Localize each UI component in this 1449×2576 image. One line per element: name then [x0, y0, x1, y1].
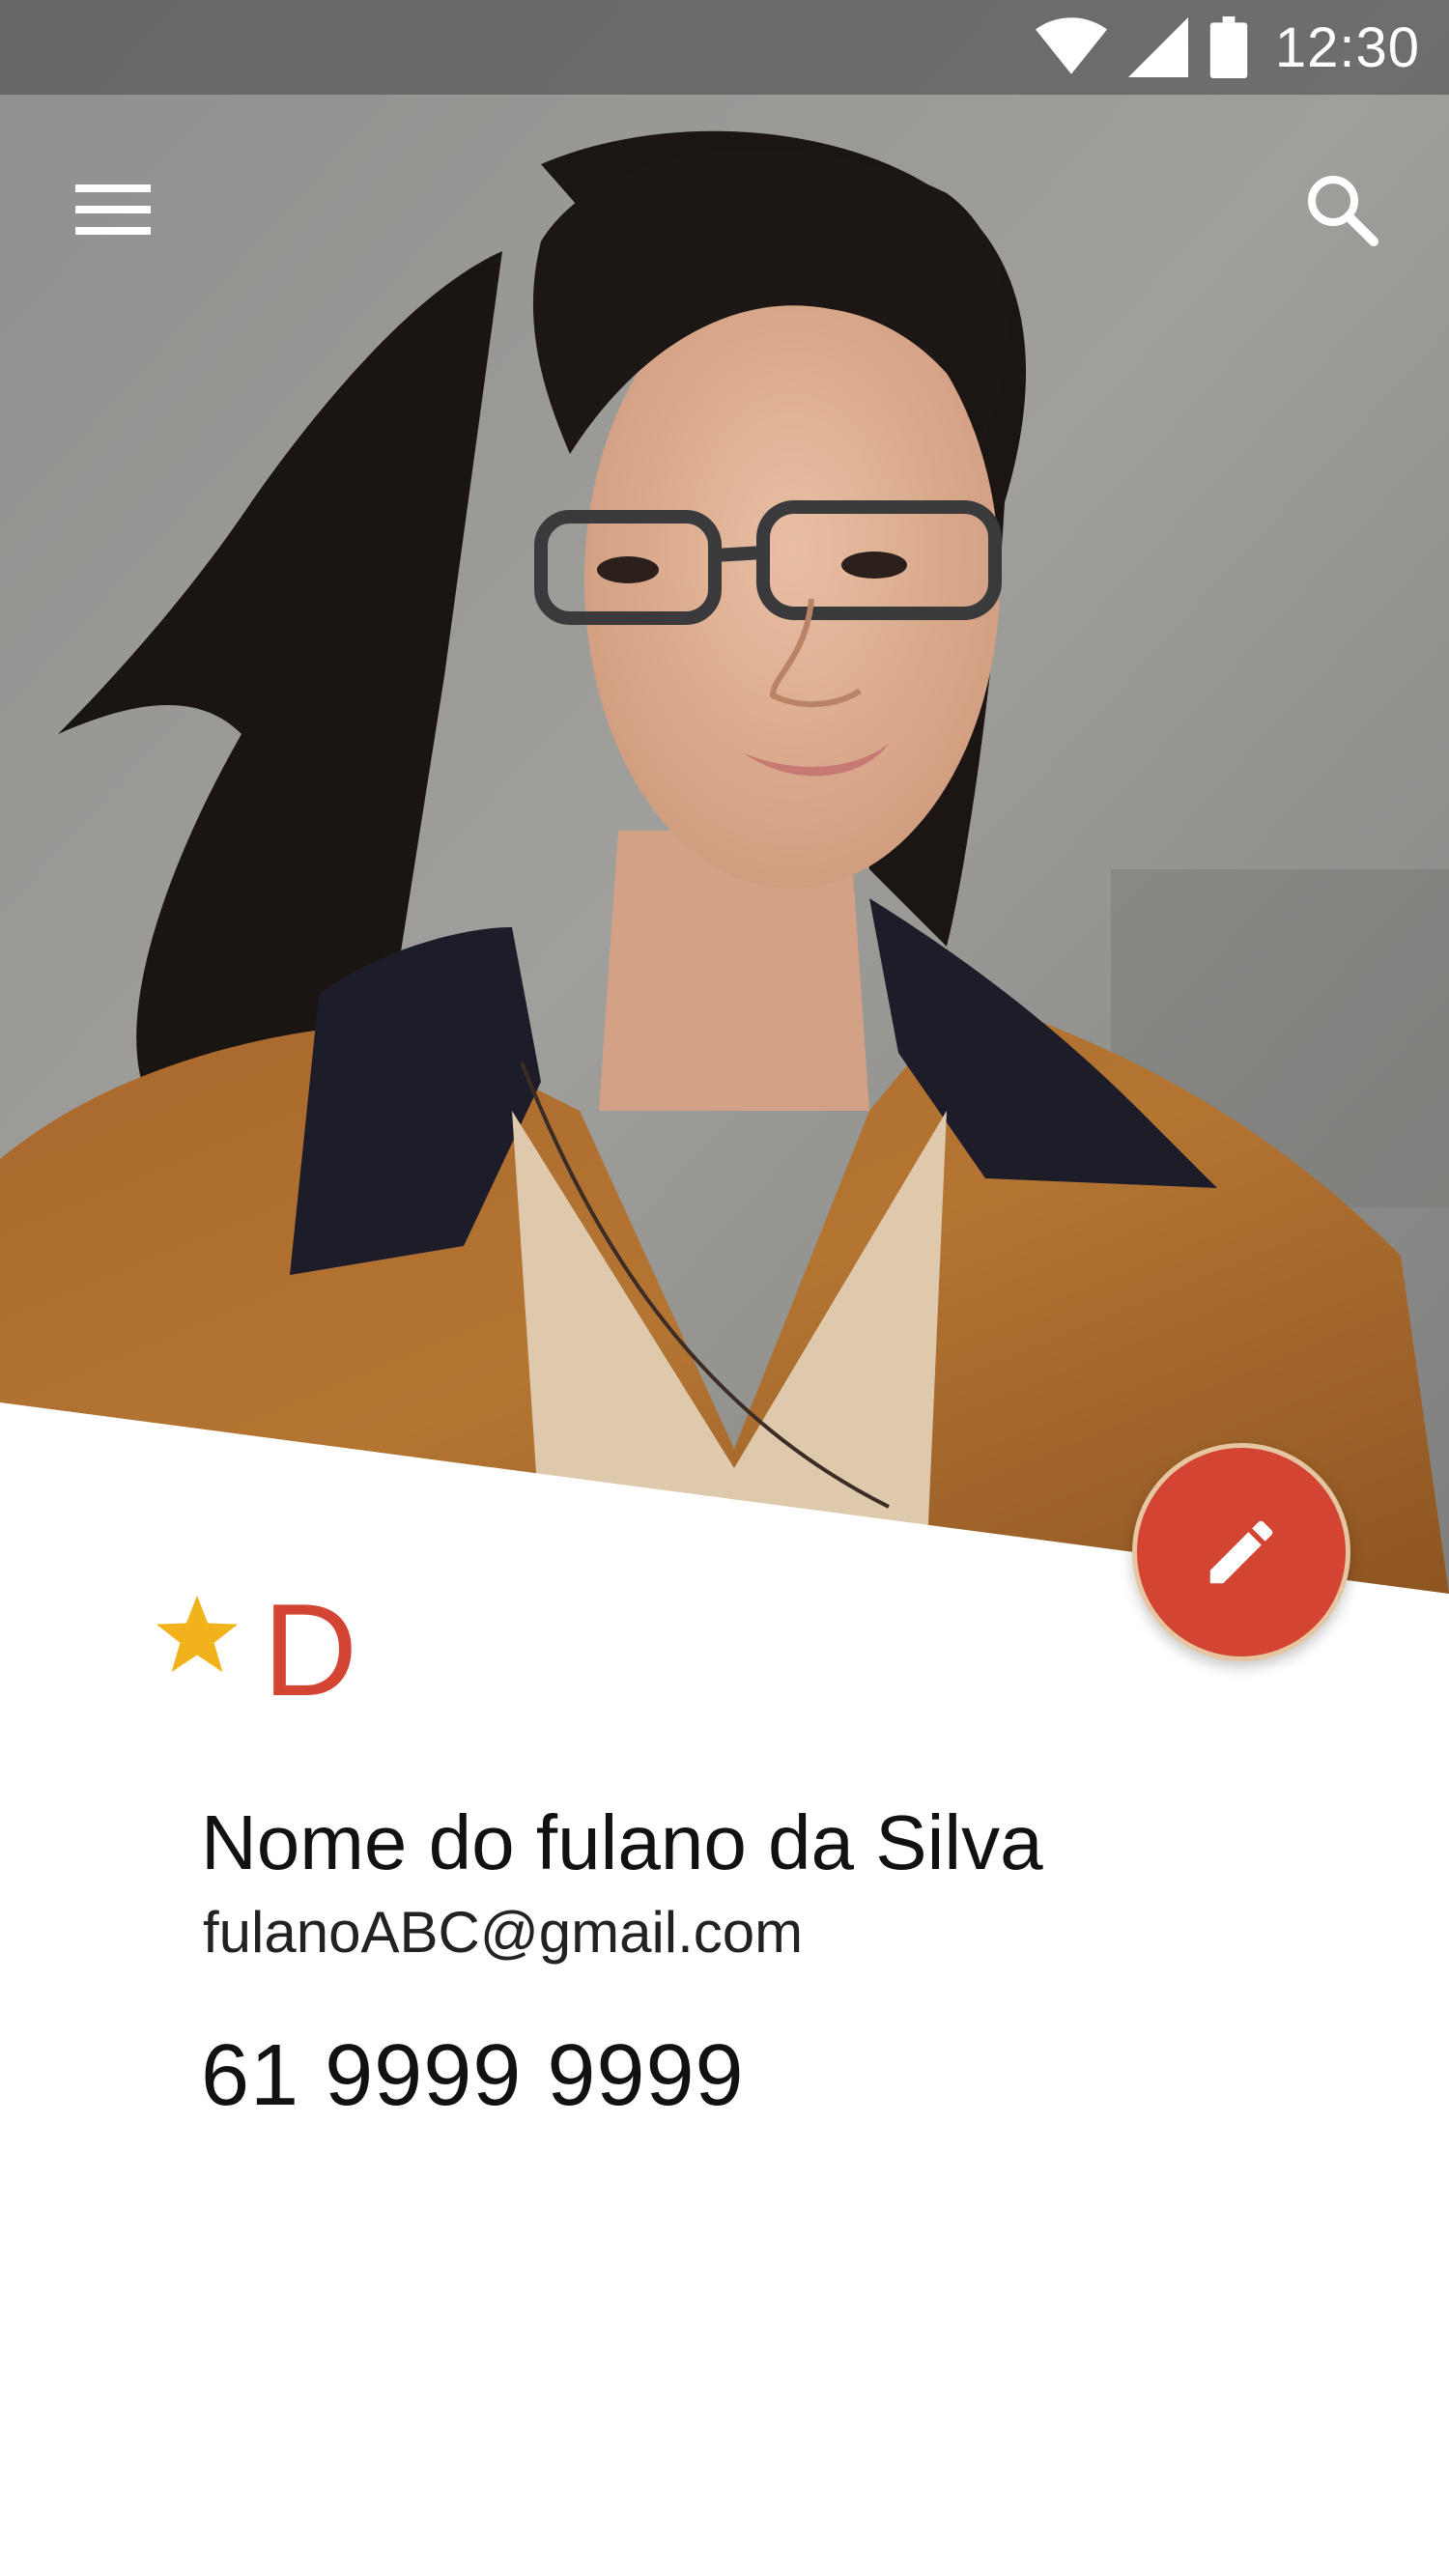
search-icon — [1308, 176, 1378, 246]
contact-phone[interactable]: 61 9999 9999 — [201, 2026, 745, 2126]
wifi-icon — [1035, 17, 1107, 74]
edit-contact-button[interactable] — [1132, 1443, 1350, 1661]
menu-button[interactable] — [60, 156, 166, 263]
contact-name: Nome do fulano da Silva — [201, 1799, 1043, 1885]
menu-icon — [75, 184, 151, 235]
search-button[interactable] — [1289, 156, 1395, 263]
contact-initial: D — [263, 1576, 358, 1723]
edit-pencil-icon — [1209, 1520, 1273, 1584]
cell-signal-icon — [1127, 17, 1188, 77]
contact-photo — [0, 0, 1449, 1594]
battery-icon — [1209, 16, 1248, 78]
status-time: 12:30 — [1274, 15, 1420, 79]
status-bar: 12:30 — [0, 0, 1449, 95]
star-icon[interactable] — [153, 1590, 242, 1679]
contact-photo-header: 12:30 — [0, 0, 1449, 1594]
contact-email[interactable]: fulanoABC@gmail.com — [203, 1899, 803, 1966]
